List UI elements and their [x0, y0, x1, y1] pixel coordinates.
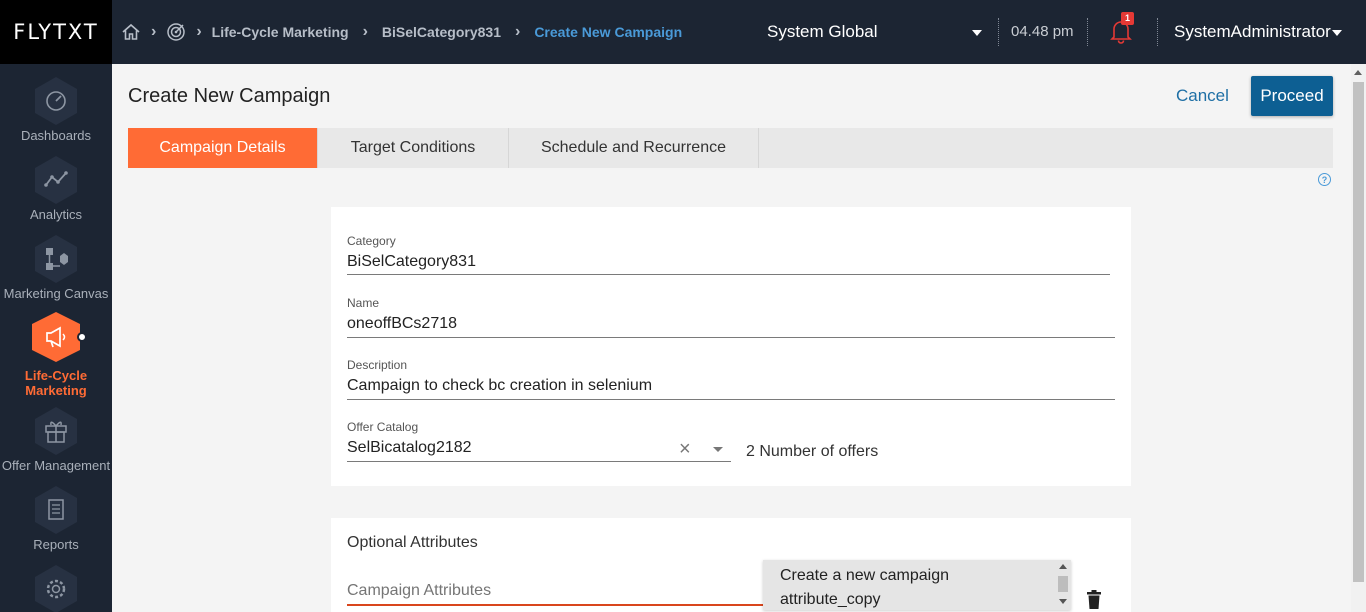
divider	[1157, 18, 1158, 46]
cancel-button[interactable]: Cancel	[1176, 86, 1229, 106]
breadcrumb-item-category[interactable]: BiSelCategory831	[382, 24, 501, 40]
campaign-attributes-input[interactable]	[347, 582, 763, 606]
optional-attributes-title: Optional Attributes	[347, 534, 478, 551]
clear-icon[interactable]: ×	[679, 439, 691, 459]
sidebar-item-analytics[interactable]: Analytics	[0, 155, 112, 222]
trash-icon[interactable]	[1086, 590, 1102, 612]
sidebar-item-reports[interactable]: Reports	[0, 485, 112, 552]
sidebar-item-dashboards[interactable]: Dashboards	[0, 76, 112, 143]
divider	[1087, 18, 1088, 46]
breadcrumb: › › Life-Cycle Marketing › BiSelCategory…	[121, 0, 682, 64]
sidebar-item-label: Life-Cycle Marketing	[24, 368, 88, 398]
user-menu[interactable]: SystemAdministrator	[1174, 22, 1331, 42]
name-field[interactable]: oneoffBCs2718	[347, 315, 457, 333]
proceed-button[interactable]: Proceed	[1251, 76, 1333, 116]
chevron-down-icon[interactable]	[1332, 30, 1342, 36]
page-title: Create New Campaign	[128, 85, 331, 107]
scroll-thumb[interactable]	[1058, 576, 1068, 592]
sidebar: Dashboards Analytics Marketing Canvas Li…	[0, 64, 112, 612]
chevron-right-icon: ›	[362, 23, 368, 40]
field-underline	[347, 337, 1115, 338]
sidebar-item-label: Analytics	[29, 207, 83, 222]
field-underline	[347, 461, 731, 462]
help-icon[interactable]: ?	[1318, 173, 1331, 186]
sidebar-item-label: Dashboards	[20, 128, 92, 143]
top-bar: FLYTXT › › Life-Cycle Marketing › BiSelC…	[0, 0, 1366, 64]
flytxt-logo[interactable]: FLYTXT	[0, 0, 112, 64]
divider	[998, 18, 999, 46]
dropdown-option[interactable]: Create a new campaign attribute_copy	[780, 564, 1050, 610]
tab-target-conditions[interactable]: Target Conditions	[318, 128, 509, 168]
page-scrollbar[interactable]	[1351, 64, 1366, 612]
attribute-dropdown-list[interactable]: Create a new campaign attribute_copy	[763, 560, 1071, 610]
tab-schedule-recurrence[interactable]: Schedule and Recurrence	[509, 128, 759, 168]
field-underline	[347, 399, 1115, 400]
target-icon[interactable]	[166, 22, 186, 42]
home-icon[interactable]	[121, 22, 141, 42]
sidebar-item-marketing-canvas[interactable]: Marketing Canvas	[0, 234, 112, 301]
gauge-icon	[31, 76, 81, 126]
chevron-right-icon: ›	[196, 23, 202, 40]
breadcrumb-item-lcm[interactable]: Life-Cycle Marketing	[212, 24, 349, 40]
tab-campaign-details[interactable]: Campaign Details	[128, 128, 318, 168]
notification-badge: 1	[1121, 12, 1134, 25]
scope-selector[interactable]: System Global	[767, 22, 878, 42]
sidebar-item-label: Marketing Canvas	[3, 286, 109, 301]
chevron-down-icon[interactable]	[972, 30, 982, 36]
line-chart-icon	[31, 155, 81, 205]
flow-icon	[31, 234, 81, 284]
breadcrumb-current: Create New Campaign	[534, 24, 683, 40]
gift-icon	[31, 406, 81, 456]
sidebar-item-life-cycle-marketing[interactable]: Life-Cycle Marketing	[0, 312, 112, 398]
category-label: Category	[347, 234, 396, 248]
field-underline	[347, 274, 1110, 275]
category-field[interactable]: BiSelCategory831	[347, 253, 476, 271]
chevron-right-icon: ›	[514, 23, 521, 40]
megaphone-icon	[31, 312, 81, 362]
optional-attributes-card: Optional Attributes Create a new campaig…	[331, 518, 1131, 612]
scroll-up-icon[interactable]	[1354, 70, 1362, 75]
active-indicator	[77, 332, 87, 342]
chevron-right-icon: ›	[151, 23, 157, 40]
clock-time: 04.48 pm	[1011, 23, 1074, 40]
chevron-down-icon[interactable]	[713, 447, 723, 452]
gear-icon	[31, 564, 81, 612]
document-icon	[31, 485, 81, 535]
tab-bar: Campaign Details Target Conditions Sched…	[128, 128, 1333, 168]
offers-count: 2 Number of offers	[746, 443, 879, 460]
sidebar-item-settings[interactable]	[0, 564, 112, 612]
scroll-thumb[interactable]	[1353, 82, 1364, 582]
description-label: Description	[347, 358, 408, 372]
sidebar-item-offer-management[interactable]: Offer Management	[0, 406, 112, 473]
offer-catalog-label: Offer Catalog	[347, 420, 419, 434]
scroll-up-icon[interactable]	[1059, 564, 1067, 569]
offer-catalog-select[interactable]: SelBicatalog2182	[347, 439, 472, 457]
description-field[interactable]: Campaign to check bc creation in seleniu…	[347, 377, 652, 395]
scroll-down-icon[interactable]	[1059, 599, 1067, 604]
sidebar-item-label: Reports	[33, 537, 79, 552]
campaign-details-card: Category BiSelCategory831 Name oneoffBCs…	[331, 207, 1131, 486]
dropdown-scrollbar[interactable]	[1057, 562, 1069, 608]
name-label: Name	[347, 296, 380, 310]
sidebar-item-label: Offer Management	[1, 458, 111, 473]
